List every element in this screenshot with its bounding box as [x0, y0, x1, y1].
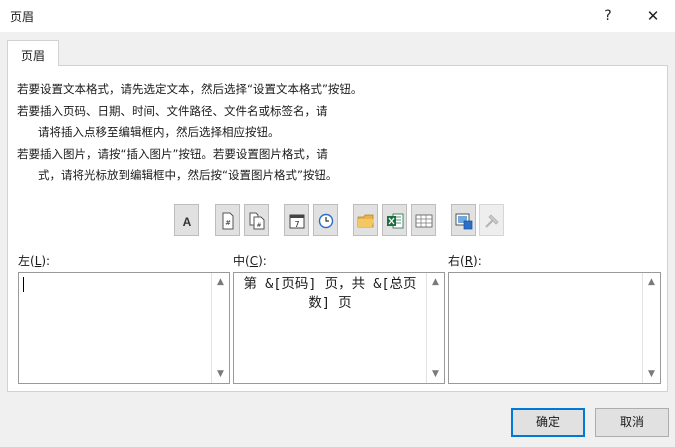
right-section-editbox[interactable]: ▲ ▼ — [448, 272, 661, 384]
center-vertical-scrollbar[interactable]: ▲ ▼ — [426, 273, 444, 383]
scroll-down-arrow-icon[interactable]: ▼ — [643, 366, 660, 382]
center-section-editbox[interactable]: 第 &[页码] 页，共 &[总页 数] 页 ▲ ▼ — [233, 272, 445, 384]
insert-page-number-button[interactable]: # — [215, 204, 240, 236]
left-section-label: 左(L): — [18, 254, 51, 268]
excel-file-icon — [387, 213, 404, 229]
page-count-icon: # — [249, 212, 265, 230]
scroll-down-arrow-icon[interactable]: ▼ — [212, 366, 229, 382]
tab-header-label: 页眉 — [20, 49, 45, 63]
insert-sheet-name-button[interactable] — [411, 204, 436, 236]
insert-time-button[interactable] — [313, 204, 338, 236]
scroll-down-arrow-icon[interactable]: ▼ — [427, 366, 444, 382]
format-picture-icon — [485, 214, 499, 228]
left-section-editbox[interactable]: ▲ ▼ — [18, 272, 230, 384]
instruction-line-3: 请将插入点移至编辑框内，然后选择相应按钮。 — [38, 125, 280, 139]
right-section-label: 右(R): — [448, 254, 482, 268]
svg-text:A: A — [183, 215, 192, 229]
svg-text:7: 7 — [294, 220, 299, 229]
center-section-label: 中(C): — [233, 254, 267, 268]
cancel-button[interactable]: 取消 — [595, 408, 669, 437]
insert-page-count-button[interactable]: # — [244, 204, 269, 236]
left-vertical-scrollbar[interactable]: ▲ ▼ — [211, 273, 229, 383]
folder-icon — [357, 214, 374, 228]
sheet-tab-icon — [415, 214, 433, 228]
format-text-icon: A — [183, 215, 192, 229]
close-button[interactable]: ✕ — [638, 4, 668, 28]
instruction-line-1: 若要设置文本格式，请先选定文本，然后选择“设置文本格式”按钮。 — [17, 82, 363, 96]
insert-file-path-button[interactable] — [353, 204, 378, 236]
window-title: 页眉 — [10, 10, 35, 24]
title-bar: 页眉 ? ✕ — [0, 0, 675, 32]
text-caret — [23, 277, 24, 292]
center-text-line-1: 第 &[页码] 页，共 &[总页 — [243, 276, 417, 292]
instruction-line-5: 式，请将光标放到编辑框中，然后按“设置图片格式”按钮。 — [38, 168, 338, 182]
svg-text:#: # — [256, 222, 261, 229]
tab-header[interactable]: 页眉 — [7, 40, 59, 66]
instruction-line-4: 若要插入图片，请按“插入图片”按钮。若要设置图片格式，请 — [17, 147, 328, 161]
format-text-button[interactable]: A — [174, 204, 199, 236]
calendar-icon: 7 — [289, 214, 305, 229]
scroll-up-arrow-icon[interactable]: ▲ — [427, 274, 444, 290]
picture-icon — [455, 213, 473, 230]
scroll-up-arrow-icon[interactable]: ▲ — [212, 274, 229, 290]
insert-picture-button[interactable] — [451, 204, 476, 236]
help-button[interactable]: ? — [593, 4, 623, 28]
insert-date-button[interactable]: 7 — [284, 204, 309, 236]
clock-icon — [318, 213, 334, 229]
center-text-line-2: 数] 页 — [308, 295, 352, 311]
format-picture-button[interactable] — [479, 204, 504, 236]
center-section-text: 第 &[页码] 页，共 &[总页 数] 页 — [234, 275, 426, 313]
instruction-line-2: 若要插入页码、日期、时间、文件路径、文件名或标签名，请 — [17, 104, 328, 118]
page-number-icon: # — [222, 212, 234, 230]
right-vertical-scrollbar[interactable]: ▲ ▼ — [642, 273, 660, 383]
insert-file-name-button[interactable] — [382, 204, 407, 236]
scroll-up-arrow-icon[interactable]: ▲ — [643, 274, 660, 290]
ok-button[interactable]: 确定 — [511, 408, 585, 437]
svg-text:#: # — [225, 219, 231, 227]
